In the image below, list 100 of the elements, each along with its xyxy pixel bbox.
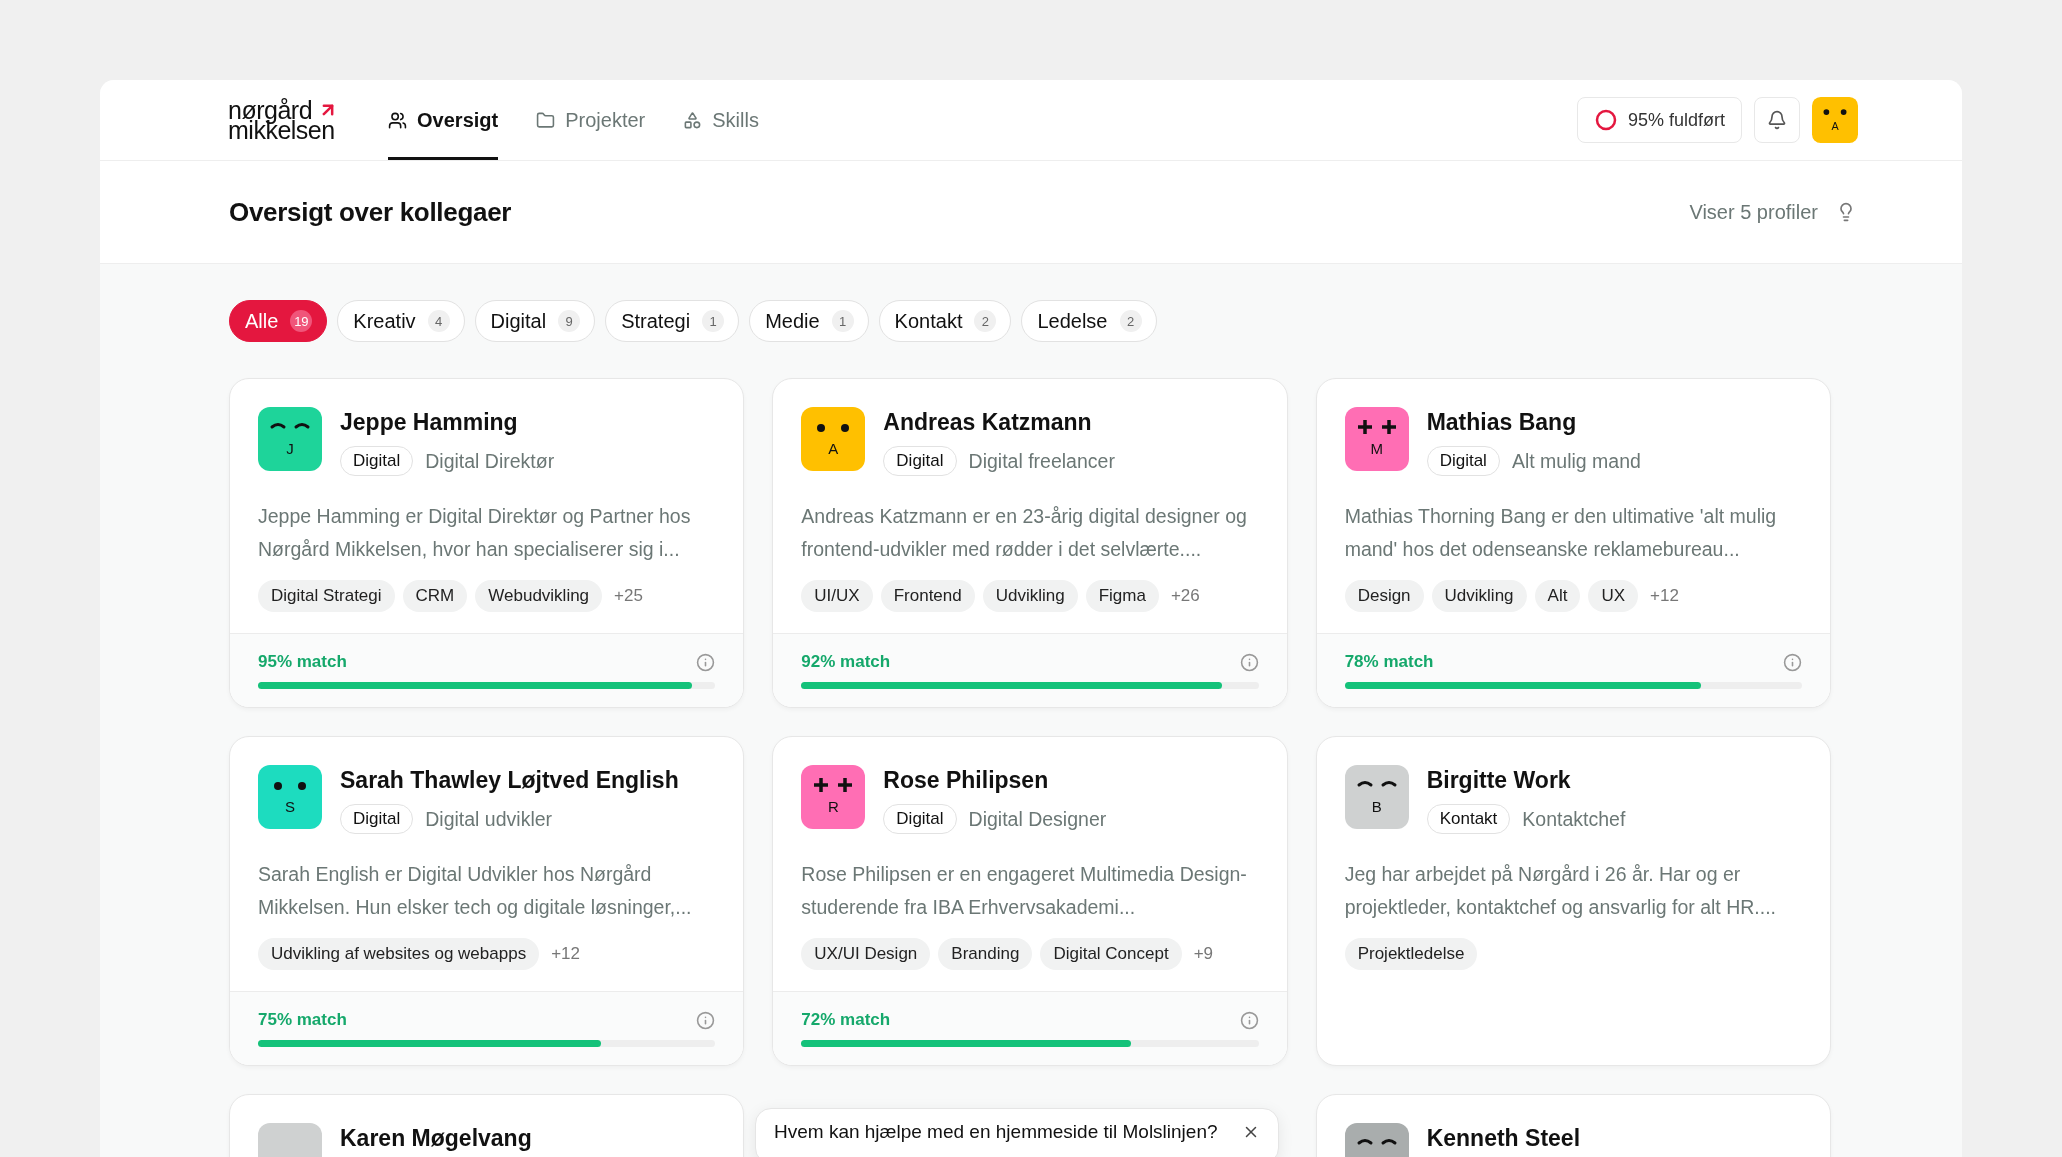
skill-tag: Alt bbox=[1534, 580, 1581, 612]
filter-chip[interactable]: Ledelse 2 bbox=[1021, 300, 1157, 342]
profile-card[interactable]: B Birgitte Work Kontakt Kontaktchef Jeg har arbejdet på Nørgård i 26 år. Har og er projektleder, kontaktchef og ansvarlig for alt HR.... Projektledelse bbox=[1315, 736, 1831, 1066]
profile-card[interactable]: J Jeppe Hamming Digital Digital Direktør Jeppe Hamming er Digital Direktør og Partner hos Nørgård Mikkelsen, hvor han specialiserer sig i... Digital Strategi CRM Webudvikling +25 95% match bbox=[229, 378, 745, 708]
profile-name: Andreas Katzmann bbox=[883, 409, 1093, 436]
skill-tag: Digital Concept bbox=[1040, 938, 1182, 970]
description-text: Sarah English er Digital Udvikler hos Nørgård Mikkelsen. Hun elsker tech og digitale løsninger,... bbox=[258, 862, 693, 920]
info-icon[interactable] bbox=[696, 1010, 716, 1030]
count-badge: 9 bbox=[558, 310, 581, 332]
skill-tag: Digital Strategi bbox=[258, 580, 395, 612]
profile-name: Mathias Bang bbox=[1426, 409, 1578, 436]
info-icon[interactable] bbox=[1239, 1010, 1259, 1030]
skill-tag: UX bbox=[1588, 580, 1639, 612]
nav-tab[interactable]: Projekter bbox=[536, 80, 646, 160]
skill-tag: Udvikling af websites og webapps bbox=[258, 938, 540, 970]
eyes-icon bbox=[270, 423, 310, 429]
nav-tab[interactable]: Skills bbox=[683, 80, 759, 160]
profile-name: Sarah Thawley Løjtved English bbox=[340, 767, 679, 794]
eyes-icon bbox=[1823, 109, 1847, 115]
filter-chip[interactable]: Digital 9 bbox=[474, 300, 596, 342]
skill-tag: Branding bbox=[938, 938, 1033, 970]
avatar-letter: A bbox=[827, 441, 840, 456]
skill-tag: Webudvikling bbox=[475, 580, 603, 612]
eyes-icon bbox=[1357, 1139, 1397, 1145]
profile-name: Kenneth Steel bbox=[1426, 1125, 1581, 1152]
users-icon bbox=[388, 110, 408, 130]
folder-icon bbox=[536, 110, 556, 130]
more-skills-count: +12 bbox=[551, 944, 580, 964]
match-score: 72% match bbox=[801, 1010, 891, 1030]
description-text: Andreas Katzmann er en 23-årig digital designer og frontend-udvikler med rødder i det selvlærte.... bbox=[801, 504, 1248, 562]
skill-tag: UI/UX bbox=[801, 580, 873, 612]
user-avatar-button[interactable]: A bbox=[1812, 97, 1858, 143]
role-text: Alt mulig mand bbox=[1511, 449, 1641, 473]
role-text: Digital freelancer bbox=[968, 449, 1115, 473]
count-badge: 1 bbox=[831, 310, 854, 332]
skill-tag: CRM bbox=[402, 580, 468, 612]
filter-chip[interactable]: Medie 1 bbox=[749, 300, 869, 342]
info-icon[interactable] bbox=[1239, 652, 1259, 672]
avatar-letter: M bbox=[1369, 441, 1384, 456]
chat-prompt[interactable]: Hvem kan hjælpe med en hjemmeside til Molslinjen? bbox=[755, 1108, 1279, 1157]
profile-card[interactable]: Karen Møgelvang bbox=[229, 1094, 745, 1157]
completion-button[interactable]: 95% fuldført bbox=[1576, 97, 1742, 143]
filter-chip[interactable]: Kreativ 4 bbox=[337, 300, 465, 342]
info-icon[interactable] bbox=[696, 652, 716, 672]
count-badge: 2 bbox=[974, 310, 997, 332]
match-score: 92% match bbox=[801, 652, 891, 672]
count-badge: 1 bbox=[702, 310, 725, 332]
skill-tag: Udvikling bbox=[982, 580, 1078, 612]
description-text: Jeppe Hamming er Digital Direktør og Partner hos Nørgård Mikkelsen, hvor han specialiserer sig i... bbox=[258, 504, 692, 562]
profile-card[interactable] bbox=[229, 736, 745, 1066]
description-text: Mathias Thorning Bang er den ultimative 'alt mulig mand' hos det odenseanske reklamebureau... bbox=[1344, 504, 1778, 562]
profile-name: Karen Møgelvang bbox=[340, 1125, 532, 1152]
skill-tag: Figma bbox=[1085, 580, 1159, 612]
avatar-letter: A bbox=[1830, 121, 1840, 133]
profile-card[interactable]: A Andreas Katzmann Digital Digital freelancer Andreas Katzmann er en 23-årig digital designer og frontend-udvikler med rødder i det selvlærte.... UI/UX Frontend Udvikling Figma +26 92% match bbox=[772, 378, 1288, 708]
avatar-letter: S bbox=[284, 799, 296, 814]
more-skills-count: +12 bbox=[1650, 586, 1679, 606]
skill-tag: Projektledelse bbox=[1344, 938, 1478, 970]
skill-tag: UX/UI Design bbox=[801, 938, 931, 970]
match-score: 75% match bbox=[258, 1010, 347, 1030]
skill-tag: Udvikling bbox=[1431, 580, 1527, 612]
notifications-button[interactable] bbox=[1754, 97, 1800, 143]
filter-chip[interactable]: Strategi 1 bbox=[605, 300, 740, 342]
match-score: 95% match bbox=[258, 652, 347, 672]
more-skills-count: +9 bbox=[1193, 944, 1214, 964]
more-skills-count: +25 bbox=[614, 586, 643, 606]
shapes-icon bbox=[683, 110, 703, 130]
more-skills-count: +26 bbox=[1170, 586, 1200, 606]
count-badge: 19 bbox=[290, 310, 313, 332]
profile-name: Jeppe Hamming bbox=[340, 409, 519, 436]
profile-name: Birgitte Work bbox=[1426, 767, 1572, 794]
filter-chip[interactable]: Kontakt 2 bbox=[878, 300, 1012, 342]
profile-card[interactable]: Kenneth Steel bbox=[1315, 1094, 1831, 1157]
eyes-icon bbox=[1355, 418, 1398, 436]
skill-tag: Frontend bbox=[880, 580, 975, 612]
profile-card[interactable]: R Rose Philipsen Digital Digital Designer Rose Philipsen er en engageret Multimedia Design-studerende fra IBA Erhvervsakademi... UX/UI Design Branding Digital Concept +9 72% match bbox=[772, 736, 1288, 1066]
avatar-letter: R bbox=[826, 799, 840, 814]
skill-tag: Design bbox=[1344, 580, 1424, 612]
count-badge: 2 bbox=[1119, 310, 1142, 332]
bell-icon bbox=[1767, 110, 1787, 130]
description-text: Rose Philipsen er en engageret Multimedia Design-studerende fra IBA Erhvervsakademi... bbox=[801, 862, 1248, 920]
eyes-icon bbox=[1357, 781, 1397, 787]
profile-count: Viser 5 profiler bbox=[1689, 200, 1818, 224]
logo[interactable]: nørgård mikkelsen bbox=[228, 100, 339, 140]
count-badge: 4 bbox=[427, 310, 450, 332]
ring-icon bbox=[1593, 108, 1618, 132]
eyes-icon bbox=[817, 424, 850, 432]
info-icon[interactable] bbox=[1783, 652, 1802, 672]
eyes-icon bbox=[274, 782, 306, 790]
profile-card[interactable]: M Mathias Bang Digital Alt mulig mand Mathias Thorning Bang er den ultimative 'alt mulig mand' hos det odenseanske reklamebureau... Design Udvikling Alt UX +12 78% match bbox=[1315, 378, 1831, 708]
filter-chip[interactable]: Alle 19 bbox=[229, 300, 328, 342]
match-score: 78% match bbox=[1344, 652, 1434, 672]
role-text: Digital Designer bbox=[968, 807, 1107, 831]
avatar-letter: B bbox=[1370, 799, 1383, 814]
avatar-letter: J bbox=[285, 441, 295, 456]
role-text: Kontaktchef bbox=[1522, 807, 1626, 831]
page-title: Oversigt over kollegaer bbox=[229, 196, 512, 228]
profile-name: Rose Philipsen bbox=[883, 767, 1050, 794]
role-text: Digital Direktør bbox=[425, 449, 555, 473]
eyes-icon bbox=[812, 776, 855, 794]
